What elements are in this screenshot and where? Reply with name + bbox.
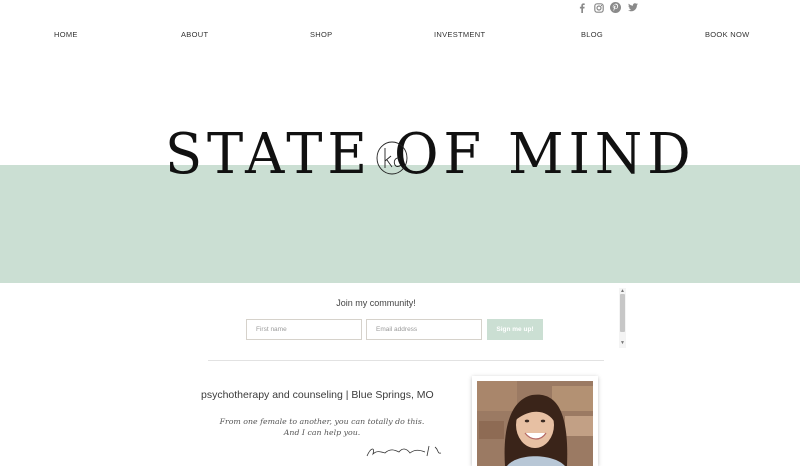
pinterest-icon[interactable]	[610, 2, 621, 13]
signup-scrollbar-thumb[interactable]	[620, 294, 625, 332]
social-links	[576, 2, 638, 13]
nav-home[interactable]: HOME	[54, 30, 78, 39]
scroll-down-arrow-icon[interactable]: ▼	[620, 340, 625, 346]
profile-photo-frame	[472, 376, 598, 466]
email-field[interactable]: Email address	[366, 319, 482, 340]
facebook-icon[interactable]	[576, 2, 587, 13]
quote-line-1: From one female to another, you can tota…	[219, 417, 425, 426]
sign-up-button[interactable]: Sign me up!	[487, 319, 543, 340]
quote-line-2: And I can help you.	[283, 428, 361, 437]
profile-photo	[477, 381, 593, 466]
scroll-up-arrow-icon[interactable]: ▲	[620, 288, 625, 294]
nav-blog[interactable]: BLOG	[581, 30, 603, 39]
signup-heading: Join my community!	[336, 298, 416, 308]
twitter-icon[interactable]	[627, 2, 638, 13]
intro-quote: From one female to another, you can tota…	[200, 416, 444, 438]
nav-investment[interactable]: INVESTMENT	[434, 30, 485, 39]
nav-book-now[interactable]: BOOK NOW	[705, 30, 750, 39]
monogram-logo	[376, 141, 408, 175]
nav-about[interactable]: ABOUT	[181, 30, 208, 39]
practice-tagline: psychotherapy and counseling | Blue Spri…	[201, 389, 434, 401]
nav-shop[interactable]: SHOP	[310, 30, 332, 39]
section-divider	[208, 360, 604, 361]
first-name-field[interactable]: First name	[246, 319, 362, 340]
instagram-icon[interactable]	[593, 2, 604, 13]
main-nav: HOME ABOUT SHOP INVESTMENT BLOG BOOK NOW	[0, 30, 800, 42]
